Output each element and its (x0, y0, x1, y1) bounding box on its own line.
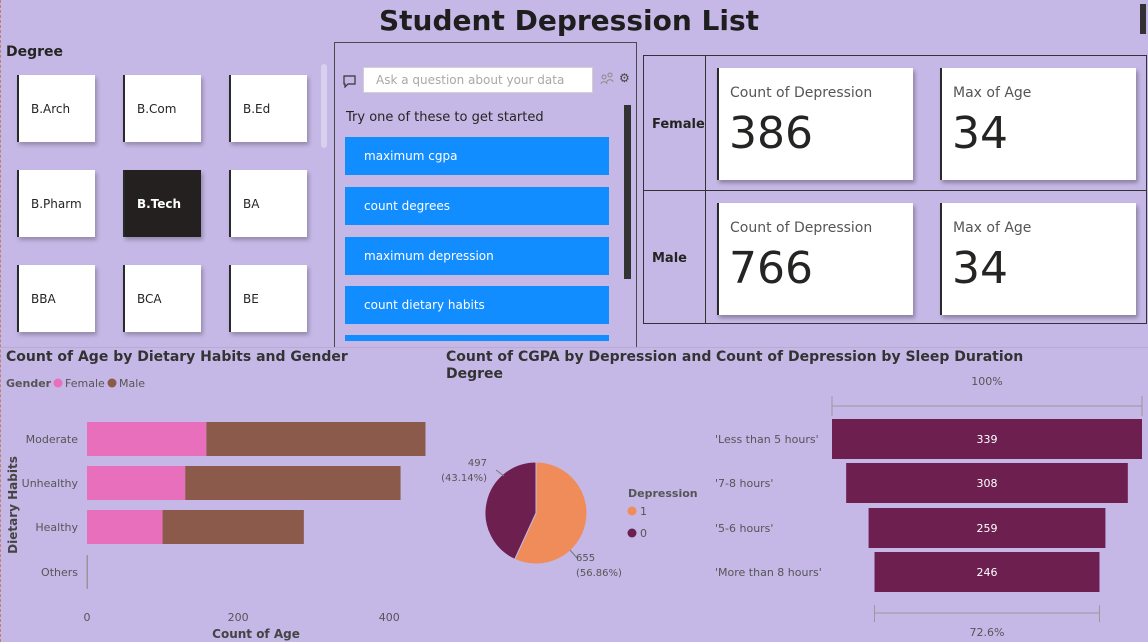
card-label: Max of Age (953, 85, 1032, 101)
funnel-category-label: '5-6 hours' (715, 522, 773, 535)
card-value: 34 (952, 243, 1008, 294)
pie-data-label: 497 (468, 458, 487, 469)
legend-title: Gender (6, 377, 52, 390)
qa-suggestion-button-partial[interactable] (345, 335, 609, 341)
female-count-card[interactable]: Count of Depression 386 (717, 68, 913, 180)
qa-scrollbar[interactable] (624, 105, 631, 279)
cgpa-depression-pie-chart[interactable]: 655 (56.86%) 497 (43.14%) Depression 1 0 (440, 400, 710, 600)
degree-tile[interactable]: BE (229, 265, 307, 332)
qa-question-input[interactable] (363, 67, 593, 93)
card-value: 34 (952, 108, 1008, 159)
page-title: Student Depression List (379, 4, 759, 37)
bar-male (206, 422, 426, 456)
legend-marker-0 (627, 528, 637, 538)
degree-tile[interactable]: B.Tech (123, 170, 201, 237)
share-icon[interactable] (600, 72, 614, 89)
qa-panel: ⚙ Try one of these to get started maximu… (334, 42, 637, 348)
degree-tile[interactable]: BBA (17, 265, 95, 332)
male-age-card[interactable]: Max of Age 34 (940, 203, 1136, 315)
cgpa-chart-title-line1: Count of CGPA by Depression and (446, 349, 712, 365)
bar-female (87, 510, 163, 544)
category-label: Others (41, 566, 78, 579)
qa-suggestion-button[interactable]: count degrees (345, 187, 609, 225)
qa-prompt-text: Try one of these to get started (346, 110, 544, 125)
degree-tile[interactable]: B.Com (123, 75, 201, 142)
sleep-chart-title: Count of Depression by Sleep Duration (716, 349, 1024, 365)
cgpa-chart-title-line2: Degree (446, 366, 504, 382)
funnel-category-label: 'Less than 5 hours' (715, 433, 819, 446)
legend-marker-1 (627, 506, 637, 516)
bar-female (87, 422, 207, 456)
qa-suggestion-button[interactable]: count dietary habits (345, 286, 609, 324)
degree-slicer-header: Degree (6, 44, 64, 60)
card-value: 386 (729, 108, 813, 159)
y-axis-label: Dietary Habits (6, 456, 20, 554)
category-label: Moderate (26, 433, 79, 446)
gear-icon[interactable]: ⚙ (619, 71, 630, 85)
degree-tile[interactable]: BCA (123, 265, 201, 332)
qa-suggestion-button[interactable]: maximum depression (345, 237, 609, 275)
legend-title: Depression (628, 487, 698, 500)
x-tick-label: 0 (84, 611, 91, 624)
legend-label: 1 (640, 505, 647, 518)
female-age-card[interactable]: Max of Age 34 (940, 68, 1136, 180)
funnel-value-label: 259 (977, 522, 998, 535)
funnel-category-label: 'More than 8 hours' (715, 566, 822, 579)
title-scrollbar[interactable] (1140, 4, 1146, 34)
funnel-category-label: '7-8 hours' (715, 477, 773, 490)
card-label: Max of Age (953, 220, 1032, 236)
qa-suggestion-button[interactable]: maximum cgpa (345, 137, 609, 175)
funnel-value-label: 246 (977, 566, 998, 579)
leader-line (495, 469, 505, 477)
chat-icon (343, 75, 356, 91)
bar-male (162, 510, 304, 544)
funnel-bottom-percent: 72.6% (970, 626, 1005, 639)
x-tick-label: 200 (228, 611, 249, 624)
gender-label-female: Female (652, 117, 705, 132)
x-tick-label: 400 (379, 611, 400, 624)
bar-female (87, 466, 186, 500)
dietary-gender-bar-chart[interactable]: Gender Female Male Moderate Unhealthy Healthy… (0, 370, 440, 642)
degree-tile[interactable]: B.Arch (17, 75, 95, 142)
x-axis-label: Count of Age (212, 627, 300, 641)
funnel-value-label: 308 (977, 477, 998, 490)
funnel-value-label: 339 (977, 433, 998, 446)
gender-label-male: Male (652, 251, 687, 266)
card-value: 766 (729, 243, 813, 294)
card-label: Count of Depression (730, 85, 873, 101)
male-count-card[interactable]: Count of Depression 766 (717, 203, 913, 315)
matrix-divider (644, 190, 1146, 191)
degree-tile[interactable]: B.Ed (229, 75, 307, 142)
section-divider (0, 347, 1148, 348)
funnel-top-percent: 100% (971, 375, 1002, 388)
category-label: Healthy (35, 521, 78, 534)
pie-percent-label: (43.14%) (441, 473, 487, 484)
sleep-duration-funnel-chart[interactable]: 100% 'Less than 5 hours' 339 '7-8 hours' 308… (710, 370, 1148, 642)
pie-data-label: 655 (576, 553, 595, 564)
gender-card-matrix: Female Count of Depression 386 Max of Ag… (643, 55, 1147, 324)
degree-tile[interactable]: B.Pharm (17, 170, 95, 237)
legend-label: 0 (640, 527, 647, 540)
legend-label: Female (65, 377, 105, 390)
legend-marker-female (53, 378, 63, 388)
category-label: Unhealthy (22, 477, 79, 490)
pie-percent-label: (56.86%) (576, 568, 622, 579)
degree-slicer-scrollbar[interactable] (321, 64, 327, 148)
bar-male (185, 466, 401, 500)
legend-marker-male (107, 378, 117, 388)
degree-tile[interactable]: BA (229, 170, 307, 237)
card-label: Count of Depression (730, 220, 873, 236)
dietary-chart-title: Count of Age by Dietary Habits and Gende… (6, 349, 348, 365)
legend-label: Male (119, 377, 145, 390)
